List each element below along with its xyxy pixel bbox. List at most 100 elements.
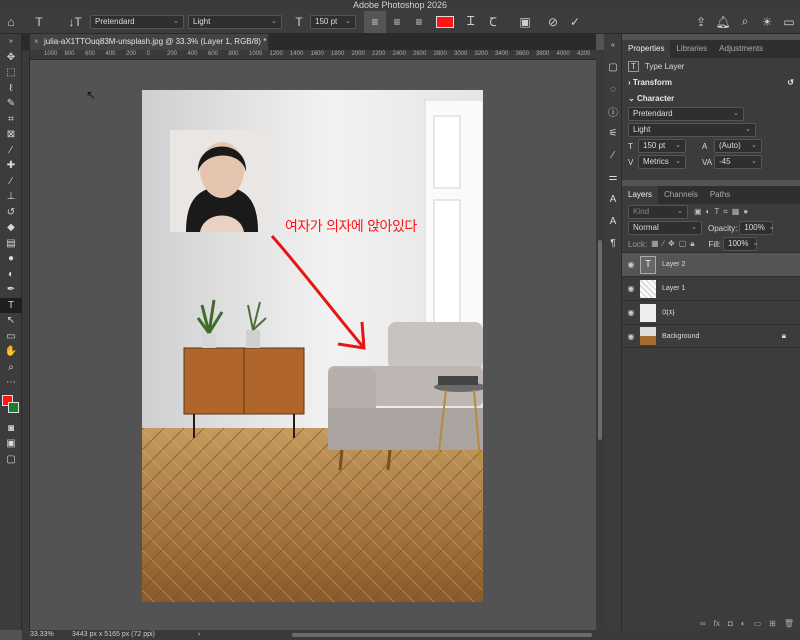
properties-leading-select[interactable]: (Auto) ⌄ [714,139,762,153]
generative-icon[interactable]: ▢ [0,452,22,468]
character-section[interactable]: ⌄ Character [622,90,800,106]
share-icon[interactable]: ⇪ [690,11,712,33]
tab-libraries[interactable]: Libraries [670,40,713,58]
character-icon[interactable]: A [604,188,622,210]
comments-icon[interactable]: ▢ [604,56,622,78]
frame-tool-icon[interactable]: ⊠ [0,127,22,143]
lasso-tool-icon[interactable]: ℓ [0,81,22,97]
eraser-tool-icon[interactable]: ◆ [0,220,22,236]
eye-icon[interactable]: ◉ [622,260,640,269]
stamp-tool-icon[interactable]: ⊥ [0,189,22,205]
properties-kerning-select[interactable]: Metrics ⌄ [638,155,686,169]
dodge-tool-icon[interactable]: ◐ [0,267,22,283]
pen-tool-icon[interactable]: ✒ [0,282,22,298]
close-icon[interactable]: × [34,34,39,50]
properties-size-select[interactable]: 150 pt ⌄ [638,139,686,153]
quick-select-tool-icon[interactable]: ✎ [0,96,22,112]
layer-row-layer-1[interactable]: ◉ Layer 1 [622,276,800,300]
chat-icon[interactable]: ◌ [604,78,622,100]
commit-icon[interactable]: ✓ [564,11,586,33]
eye-icon[interactable]: ◉ [622,284,640,293]
transform-section[interactable]: › Transform ↺ [622,74,800,90]
text-color-swatch[interactable] [436,15,454,28]
properties-font-style-select[interactable]: Light ⌄ [628,123,756,137]
glyphs-icon[interactable]: A [604,210,622,232]
info-icon[interactable]: ⓘ [604,100,622,122]
canvas-area[interactable]: ↖ 여자가 의자에 앉아있다 [30,60,596,630]
group-icon[interactable]: ▭ [754,619,762,628]
brush-settings-icon[interactable]: ∕ [604,144,622,166]
layer-row-woman[interactable]: ◉ 여자 [622,300,800,324]
scroll-thumb[interactable] [598,240,602,440]
screen-mode-icon[interactable]: ▣ [0,436,22,452]
mask-icon[interactable]: ◘ [728,619,733,628]
tab-channels[interactable]: Channels [658,186,704,204]
blur-tool-icon[interactable]: ● [0,251,22,267]
vertical-scrollbar[interactable] [596,50,604,630]
bell-icon[interactable]: 🔔︎ [712,11,734,33]
crop-tool-icon[interactable]: ⌗ [0,112,22,128]
kind-filter-select[interactable]: Kind ⌄ [628,205,688,219]
tab-adjustments[interactable]: Adjustments [713,40,769,58]
type-tool-icon[interactable]: T [0,297,22,313]
move-tool-icon[interactable]: ✥ [0,50,22,66]
type-tool-icon[interactable]: T [28,11,50,33]
workspace-icon[interactable]: ▭ [778,11,800,33]
properties-tracking-select[interactable]: -45 ⌄ [714,155,762,169]
filter-icons[interactable]: ▣◐T⌗▦● [694,207,752,217]
healing-tool-icon[interactable]: ✚ [0,158,22,174]
adjustment-icon[interactable]: ◐ [741,619,746,628]
home-icon[interactable]: ⌂ [0,11,22,33]
tab-layers[interactable]: Layers [622,186,659,204]
gradient-tool-icon[interactable]: ▤ [0,236,22,252]
properties-icon[interactable]: ⚌ [604,166,622,188]
properties-font-family-select[interactable]: Pretendard ⌄ [628,107,744,121]
status-arrow-icon[interactable]: › [198,630,200,640]
new-layer-icon[interactable]: ⊞ [769,619,776,628]
path-select-tool-icon[interactable]: ↖ [0,313,22,329]
search-icon[interactable]: ⌕ [734,11,756,33]
tab-paths[interactable]: Paths [704,186,736,204]
fill-field[interactable]: 100% ⌄ [723,237,758,251]
brush-tool-icon[interactable]: ∕ [0,174,22,190]
eyedropper-tool-icon[interactable]: ⁄ [0,143,22,159]
font-style-select[interactable]: Light ⌄ [188,14,282,29]
trash-icon[interactable]: 🗑︎ [784,619,794,628]
3d-icon[interactable]: ▣ [514,11,536,33]
discover-icon[interactable]: ☀ [756,11,778,33]
horizontal-scrollbar[interactable] [292,633,592,637]
fx-icon[interactable]: fx [714,619,720,628]
shape-tool-icon[interactable]: ▭ [0,329,22,345]
paragraph-icon[interactable]: ¶ [604,232,622,254]
reset-icon[interactable]: ↺ [787,78,794,87]
collapse-icon[interactable]: « [604,34,622,56]
font-size-select[interactable]: 150 pt ⌄ [310,14,356,29]
hand-tool-icon[interactable]: ✋ [0,344,22,360]
background-color-swatch[interactable] [8,401,19,413]
lock-icons[interactable]: ▦∕✥▢🔒︎ [651,239,698,249]
history-brush-tool-icon[interactable]: ↺ [0,205,22,221]
font-family-select[interactable]: Pretendard ⌄ [90,14,184,29]
layer-row-background[interactable]: ◉ Background 🔒︎ [622,324,800,348]
opacity-field[interactable]: 100% ⌄ [739,221,775,235]
cancel-icon[interactable]: ⊘ [542,11,564,33]
document-tab[interactable]: × julia-aX1TTOuq83M-unsplash.jpg @ 33.3%… [30,34,268,50]
collapse-icon[interactable]: » [0,34,22,50]
layer-row-layer-2[interactable]: ◉ T Layer 2 [622,252,800,276]
adjustments-icon[interactable]: ⚟ [604,122,622,144]
marquee-tool-icon[interactable]: ⬚ [0,65,22,81]
tab-properties[interactable]: Properties [622,40,671,58]
warp-text-icon[interactable]: Ꮖ [460,11,482,33]
document-canvas[interactable]: 여자가 의자에 앉아있다 [142,90,483,602]
align-right-icon[interactable]: ≡ [408,11,430,33]
blend-mode-select[interactable]: Normal ⌄ [628,221,702,235]
character-panel-icon[interactable]: Ꞇ [482,11,504,33]
eye-icon[interactable]: ◉ [622,332,640,341]
annotation-text[interactable]: 여자가 의자에 앉아있다 [285,216,417,236]
quick-mask-icon[interactable]: ◙ [0,421,22,437]
more-tools-icon[interactable]: ⋯ [0,375,22,391]
eye-icon[interactable]: ◉ [622,308,640,317]
color-swap-icon[interactable] [0,391,22,421]
align-left-icon[interactable]: ≡ [364,10,386,33]
zoom-tool-icon[interactable]: ⌕ [0,360,22,376]
